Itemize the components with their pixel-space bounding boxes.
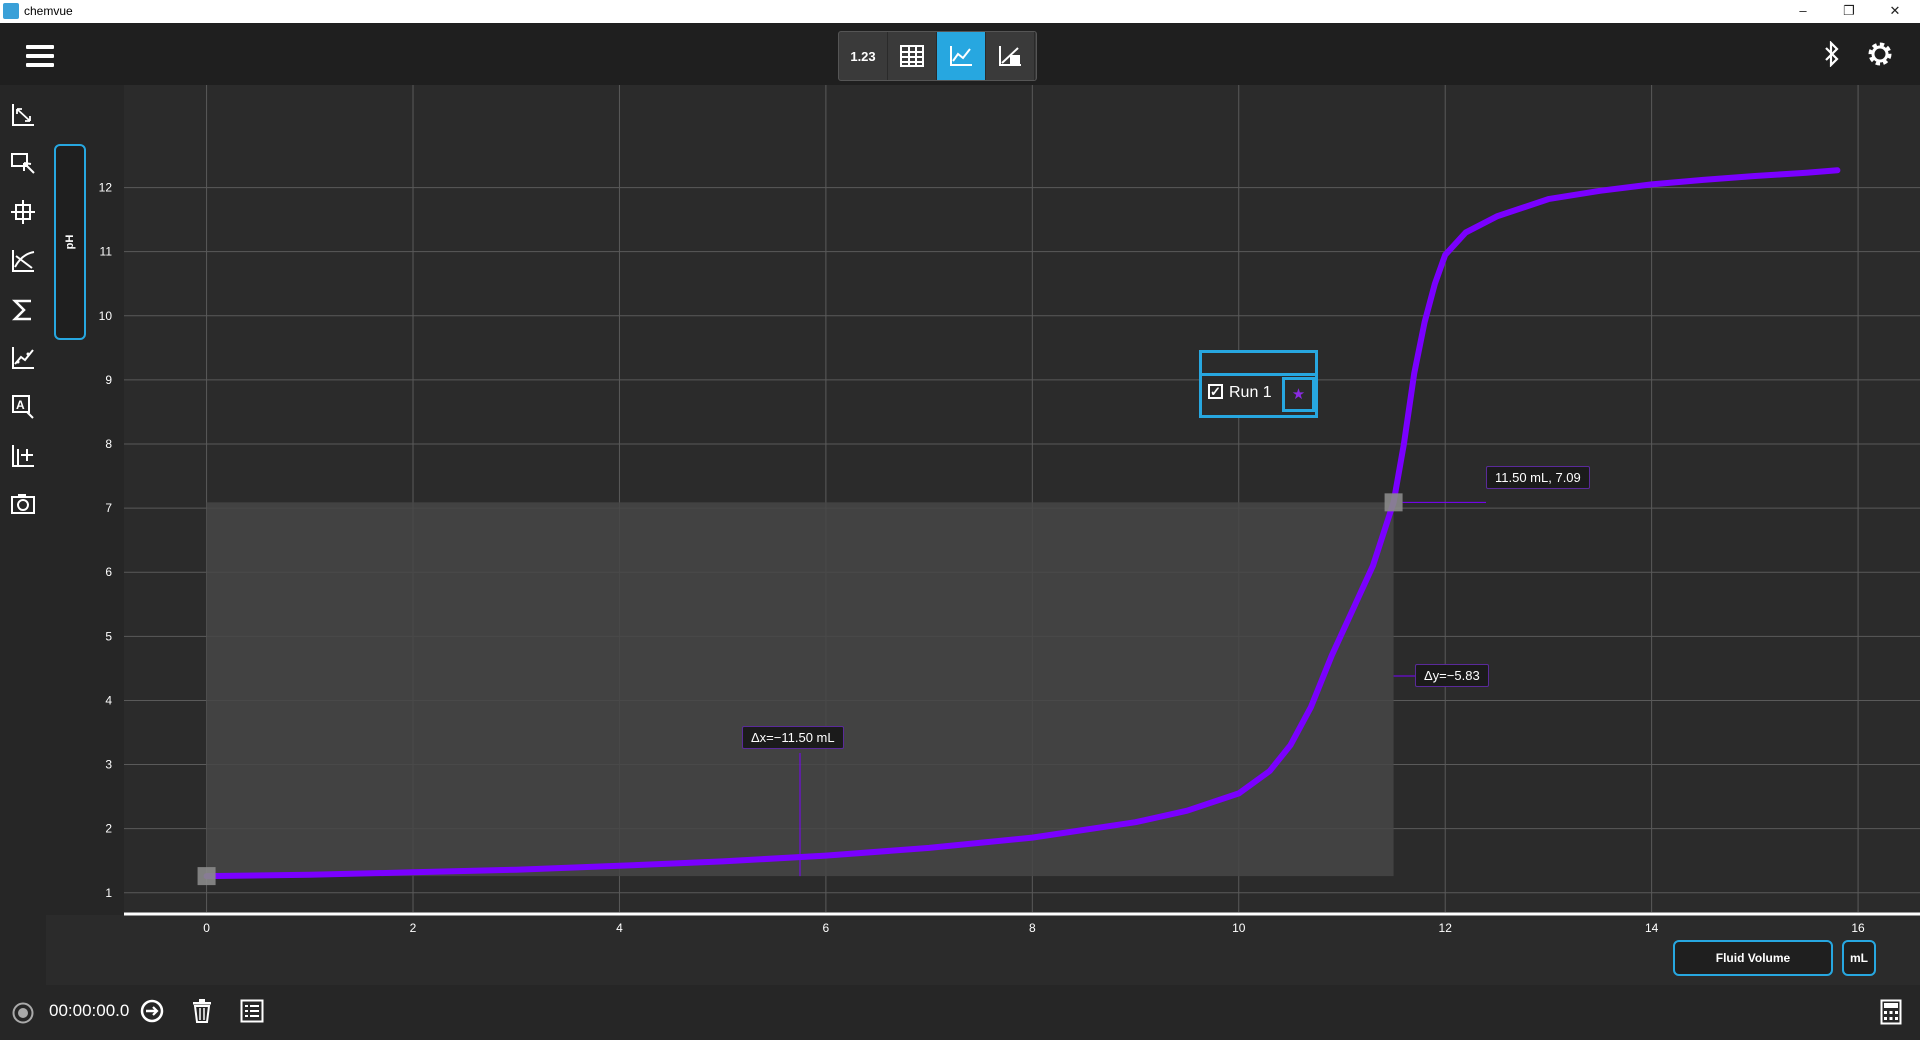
gear-icon[interactable]	[1866, 40, 1894, 68]
graph-area[interactable]: 0 2 4 6 8 10 12 14 16 123456789101112	[99, 85, 1920, 935]
y-tick-label: 5	[105, 629, 112, 643]
tangent-icon[interactable]	[10, 248, 36, 274]
x-tick-label: 16	[1851, 921, 1865, 935]
y-tick-label: 11	[100, 245, 113, 259]
y-tick-label: 12	[99, 181, 113, 195]
bottom-bar: 00:00:00.0	[0, 985, 1920, 1040]
x-axis-ticks: 0 2 4 6 8 10 12 14 16	[203, 921, 1865, 935]
camera-icon[interactable]	[10, 491, 36, 517]
x-tick-label: 10	[1232, 921, 1246, 935]
data-list-icon[interactable]	[240, 999, 264, 1023]
x-axis-label-button[interactable]: Fluid Volume	[1673, 940, 1833, 976]
graph-icon	[950, 46, 972, 66]
marker-star-icon: ★	[1291, 386, 1306, 403]
run-visibility-checkbox[interactable]: ✓	[1208, 384, 1223, 399]
examine-icon[interactable]	[10, 199, 36, 225]
elapsed-timer: 00:00:00.0	[49, 1001, 130, 1020]
y-tick-label: 7	[105, 501, 112, 515]
x-tick-label: 12	[1439, 921, 1453, 935]
select-region-icon[interactable]	[10, 151, 36, 177]
point-readout: 11.50 mL, 7.09	[1486, 466, 1590, 489]
svg-text:A: A	[16, 398, 25, 412]
delta-x-readout: Δx=−11.50 mL	[742, 726, 844, 749]
sync-time-icon[interactable]	[140, 999, 164, 1023]
y-tick-label: 9	[105, 373, 112, 387]
selection-handle-start[interactable]	[197, 867, 216, 886]
y-tick-label: 2	[105, 822, 112, 836]
graph-table-icon	[999, 46, 1021, 66]
record-icon[interactable]	[12, 1002, 34, 1024]
y-axis-label: pH	[64, 234, 76, 250]
table-icon	[900, 45, 924, 67]
x-tick-label: 14	[1645, 921, 1659, 935]
x-axis-unit-button[interactable]: mL	[1842, 940, 1876, 976]
graph-view-button[interactable]	[937, 32, 986, 80]
y-tick-label: 1	[105, 886, 112, 900]
autoscale-icon[interactable]	[10, 102, 36, 128]
view-mode-selector: 1.23	[838, 31, 1037, 81]
marker-style-button[interactable]: ★	[1282, 377, 1315, 412]
minimize-button[interactable]: –	[1780, 0, 1826, 23]
y-tick-label: 3	[105, 758, 112, 772]
calculator-icon[interactable]	[1880, 999, 1902, 1025]
selection-handle-end[interactable]	[1384, 493, 1403, 512]
x-tick-label: 4	[616, 921, 623, 935]
y-tick-label: 6	[105, 565, 112, 579]
menu-icon[interactable]	[26, 45, 54, 67]
legend-run-name: Run 1	[1229, 384, 1272, 401]
delta-y-readout: Δy=−5.83	[1415, 664, 1489, 687]
restore-button[interactable]: ❐	[1826, 0, 1872, 23]
top-toolbar: 1.23	[0, 23, 1920, 85]
tool-sidebar: A	[0, 85, 46, 985]
bluetooth-icon[interactable]	[1824, 41, 1840, 67]
statistics-icon[interactable]	[10, 297, 36, 323]
title-bar: chemvue – ❐ ✕	[0, 0, 1920, 23]
table-view-button[interactable]	[888, 32, 937, 80]
legend-header[interactable]	[1202, 353, 1315, 376]
curve-fit-icon[interactable]	[10, 345, 36, 371]
annotation-icon[interactable]: A	[10, 394, 36, 420]
app-icon	[3, 3, 19, 19]
meter-view-label: 1.23	[850, 48, 876, 64]
y-axis-label-button[interactable]: pH	[54, 144, 86, 340]
add-axis-icon[interactable]	[10, 443, 36, 469]
meter-view-button[interactable]: 1.23	[839, 32, 888, 80]
y-tick-label: 10	[99, 309, 113, 323]
x-tick-label: 8	[1029, 921, 1036, 935]
y-tick-label: 8	[105, 437, 112, 451]
graph-legend[interactable]: ✓ Run 1 ★	[1199, 350, 1318, 418]
x-tick-label: 0	[203, 921, 210, 935]
window-title: chemvue	[24, 4, 73, 18]
x-tick-label: 6	[823, 921, 830, 935]
graph-table-view-button[interactable]	[986, 32, 1035, 80]
close-button[interactable]: ✕	[1872, 0, 1918, 23]
y-tick-label: 4	[105, 693, 112, 707]
x-tick-label: 2	[410, 921, 417, 935]
trash-icon[interactable]	[191, 999, 213, 1023]
